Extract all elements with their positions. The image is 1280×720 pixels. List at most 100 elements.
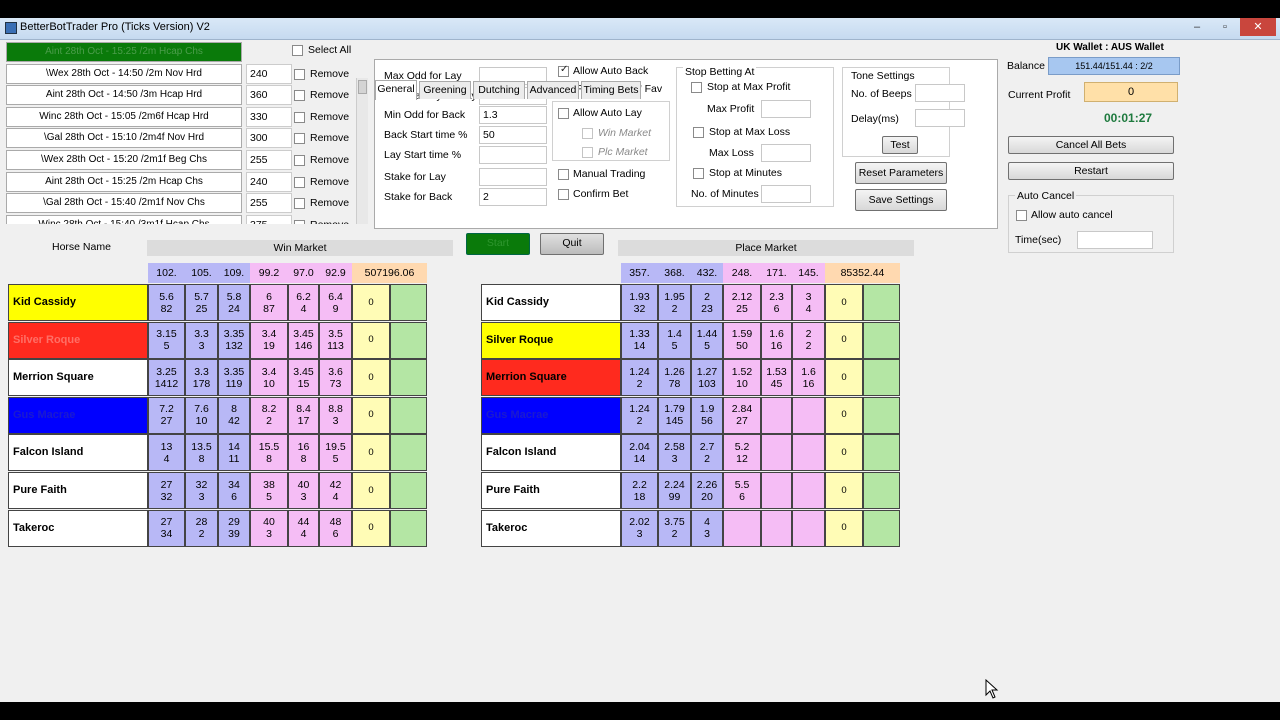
race-list-scrollbar[interactable] xyxy=(356,78,368,224)
place_market-action-cell[interactable] xyxy=(863,284,900,321)
place_market-action-cell[interactable] xyxy=(863,321,900,359)
stop-max-profit-checkbox[interactable] xyxy=(691,82,702,93)
win_market-odds-cell[interactable]: 5.8 24 xyxy=(218,284,250,321)
remove-checkbox[interactable] xyxy=(294,133,305,145)
place_market-odds-cell[interactable]: 2.2 18 xyxy=(621,472,658,509)
place_market-odds-cell[interactable]: 2.3 6 xyxy=(761,284,792,321)
test-button[interactable]: Test xyxy=(882,136,918,154)
tab-general[interactable]: General xyxy=(375,80,417,100)
win_market-stake-cell[interactable]: 0 xyxy=(352,396,390,434)
win_market-odds-cell[interactable]: 3.15 5 xyxy=(148,321,185,359)
tab-timing-bets[interactable]: Timing Bets xyxy=(581,81,641,99)
plc-market-checkbox[interactable] xyxy=(582,147,593,158)
close-button[interactable]: ✕ xyxy=(1240,18,1276,36)
place_market-odds-cell[interactable]: 1.93 32 xyxy=(621,284,658,321)
cancel-all-bets-button[interactable]: Cancel All Bets xyxy=(1008,136,1174,154)
win_market-odds-cell[interactable]: 3.4 19 xyxy=(250,321,288,359)
stop-minutes-checkbox[interactable] xyxy=(693,168,704,179)
win_market-odds-cell[interactable]: 28 2 xyxy=(185,509,218,547)
race-item[interactable]: Aint 28th Oct - 14:50 /3m Hcap Hrd xyxy=(6,85,242,106)
place_market-odds-cell[interactable]: 5.2 12 xyxy=(723,434,761,472)
race-item[interactable]: Winc 28th Oct - 15:40 /3m1f Hcap Chs xyxy=(6,214,242,224)
win_market-action-cell[interactable] xyxy=(390,434,427,472)
win_market-odds-cell[interactable]: 40 3 xyxy=(288,472,319,509)
stake-back-input[interactable]: 2 xyxy=(479,188,547,206)
place_market-odds-cell[interactable]: 1.27 103 xyxy=(691,359,723,397)
place_market-odds-cell[interactable] xyxy=(761,396,792,434)
win_market-odds-cell[interactable]: 6 87 xyxy=(250,284,288,321)
place_market-odds-cell[interactable] xyxy=(792,509,825,547)
win_market-odds-cell[interactable]: 7.6 10 xyxy=(185,396,218,434)
allow-auto-cancel-checkbox[interactable] xyxy=(1016,210,1027,221)
place_market-stake-cell[interactable]: 0 xyxy=(825,359,863,397)
stake-lay-input[interactable] xyxy=(479,168,547,186)
quit-button[interactable]: Quit xyxy=(540,233,604,255)
win_market-odds-cell[interactable]: 13 4 xyxy=(148,434,185,472)
win_market-odds-cell[interactable]: 8.8 3 xyxy=(319,396,352,434)
win_market-action-cell[interactable] xyxy=(390,359,427,397)
place_market-odds-cell[interactable]: 2.24 99 xyxy=(658,472,691,509)
win_market-action-cell[interactable] xyxy=(390,472,427,509)
win_market-odds-cell[interactable]: 27 34 xyxy=(148,509,185,547)
save-settings-button[interactable]: Save Settings xyxy=(855,189,947,211)
win_market-action-cell[interactable] xyxy=(390,284,427,321)
win_market-odds-cell[interactable]: 3.3 3 xyxy=(185,321,218,359)
win_market-odds-cell[interactable]: 13.5 8 xyxy=(185,434,218,472)
race-item[interactable]: \Gal 28th Oct - 15:40 /2m1f Nov Chs xyxy=(6,193,242,214)
win_market-odds-cell[interactable]: 5.7 25 xyxy=(185,284,218,321)
place_market-odds-cell[interactable] xyxy=(723,509,761,547)
remove-checkbox[interactable] xyxy=(294,219,305,224)
tab-greening[interactable]: Greening xyxy=(419,81,471,99)
tab-dutching[interactable]: Dutching xyxy=(473,81,525,99)
place_market-stake-cell[interactable]: 0 xyxy=(825,434,863,472)
remove-checkbox[interactable] xyxy=(294,90,305,102)
win_market-odds-cell[interactable]: 44 4 xyxy=(288,509,319,547)
place_market-odds-cell[interactable]: 1.24 2 xyxy=(621,359,658,397)
place_market-action-cell[interactable] xyxy=(863,359,900,397)
place_market-odds-cell[interactable]: 1.9 56 xyxy=(691,396,723,434)
place_market-action-cell[interactable] xyxy=(863,396,900,434)
start-button[interactable]: Start xyxy=(466,233,530,255)
win_market-odds-cell[interactable]: 3.35 132 xyxy=(218,321,250,359)
win_market-stake-cell[interactable]: 0 xyxy=(352,284,390,321)
win_market-odds-cell[interactable]: 3.45 146 xyxy=(288,321,319,359)
race-item[interactable]: Aint 28th Oct - 15:25 /2m Hcap Chs xyxy=(6,171,242,192)
stop-max-loss-checkbox[interactable] xyxy=(693,127,704,138)
win_market-odds-cell[interactable]: 3.6 73 xyxy=(319,359,352,397)
win_market-odds-cell[interactable]: 8 42 xyxy=(218,396,250,434)
place_market-odds-cell[interactable] xyxy=(761,472,792,509)
place_market-odds-cell[interactable]: 1.26 78 xyxy=(658,359,691,397)
win_market-odds-cell[interactable]: 34 6 xyxy=(218,472,250,509)
win_market-action-cell[interactable] xyxy=(390,509,427,547)
min-odd-back-input[interactable]: 1.3 xyxy=(479,106,547,124)
win_market-odds-cell[interactable]: 3.4 10 xyxy=(250,359,288,397)
place_market-odds-cell[interactable]: 22 xyxy=(792,321,825,359)
place_market-odds-cell[interactable]: 2.04 14 xyxy=(621,434,658,472)
reset-parameters-button[interactable]: Reset Parameters xyxy=(855,162,947,184)
allow-auto-lay-checkbox[interactable] xyxy=(558,108,569,119)
win_market-stake-cell[interactable]: 0 xyxy=(352,321,390,359)
race-item[interactable]: Aint 28th Oct - 15:25 /2m Hcap Chs xyxy=(6,42,242,62)
win_market-odds-cell[interactable]: 48 6 xyxy=(319,509,352,547)
place_market-odds-cell[interactable] xyxy=(792,434,825,472)
max-loss-input[interactable] xyxy=(761,144,811,162)
win_market-odds-cell[interactable]: 3.45 15 xyxy=(288,359,319,397)
place_market-stake-cell[interactable]: 0 xyxy=(825,284,863,321)
place_market-odds-cell[interactable] xyxy=(792,396,825,434)
win_market-odds-cell[interactable]: 27 32 xyxy=(148,472,185,509)
place_market-stake-cell[interactable]: 0 xyxy=(825,396,863,434)
win_market-odds-cell[interactable]: 42 4 xyxy=(319,472,352,509)
remove-checkbox[interactable] xyxy=(294,198,305,210)
delay-input[interactable] xyxy=(915,109,965,127)
win_market-odds-cell[interactable]: 7.2 27 xyxy=(148,396,185,434)
race-item[interactable]: \Wex 28th Oct - 15:20 /2m1f Beg Chs xyxy=(6,150,242,170)
win_market-stake-cell[interactable]: 0 xyxy=(352,472,390,509)
place_market-odds-cell[interactable]: 3.75 2 xyxy=(658,509,691,547)
no-minutes-input[interactable] xyxy=(761,185,811,203)
place_market-odds-cell[interactable]: 2.12 25 xyxy=(723,284,761,321)
scrollbar-thumb[interactable] xyxy=(358,80,367,94)
win_market-odds-cell[interactable]: 14 11 xyxy=(218,434,250,472)
minimize-button[interactable]: – xyxy=(1183,18,1211,36)
win_market-odds-cell[interactable]: 16 8 xyxy=(288,434,319,472)
place_market-odds-cell[interactable]: 1.24 2 xyxy=(621,396,658,434)
